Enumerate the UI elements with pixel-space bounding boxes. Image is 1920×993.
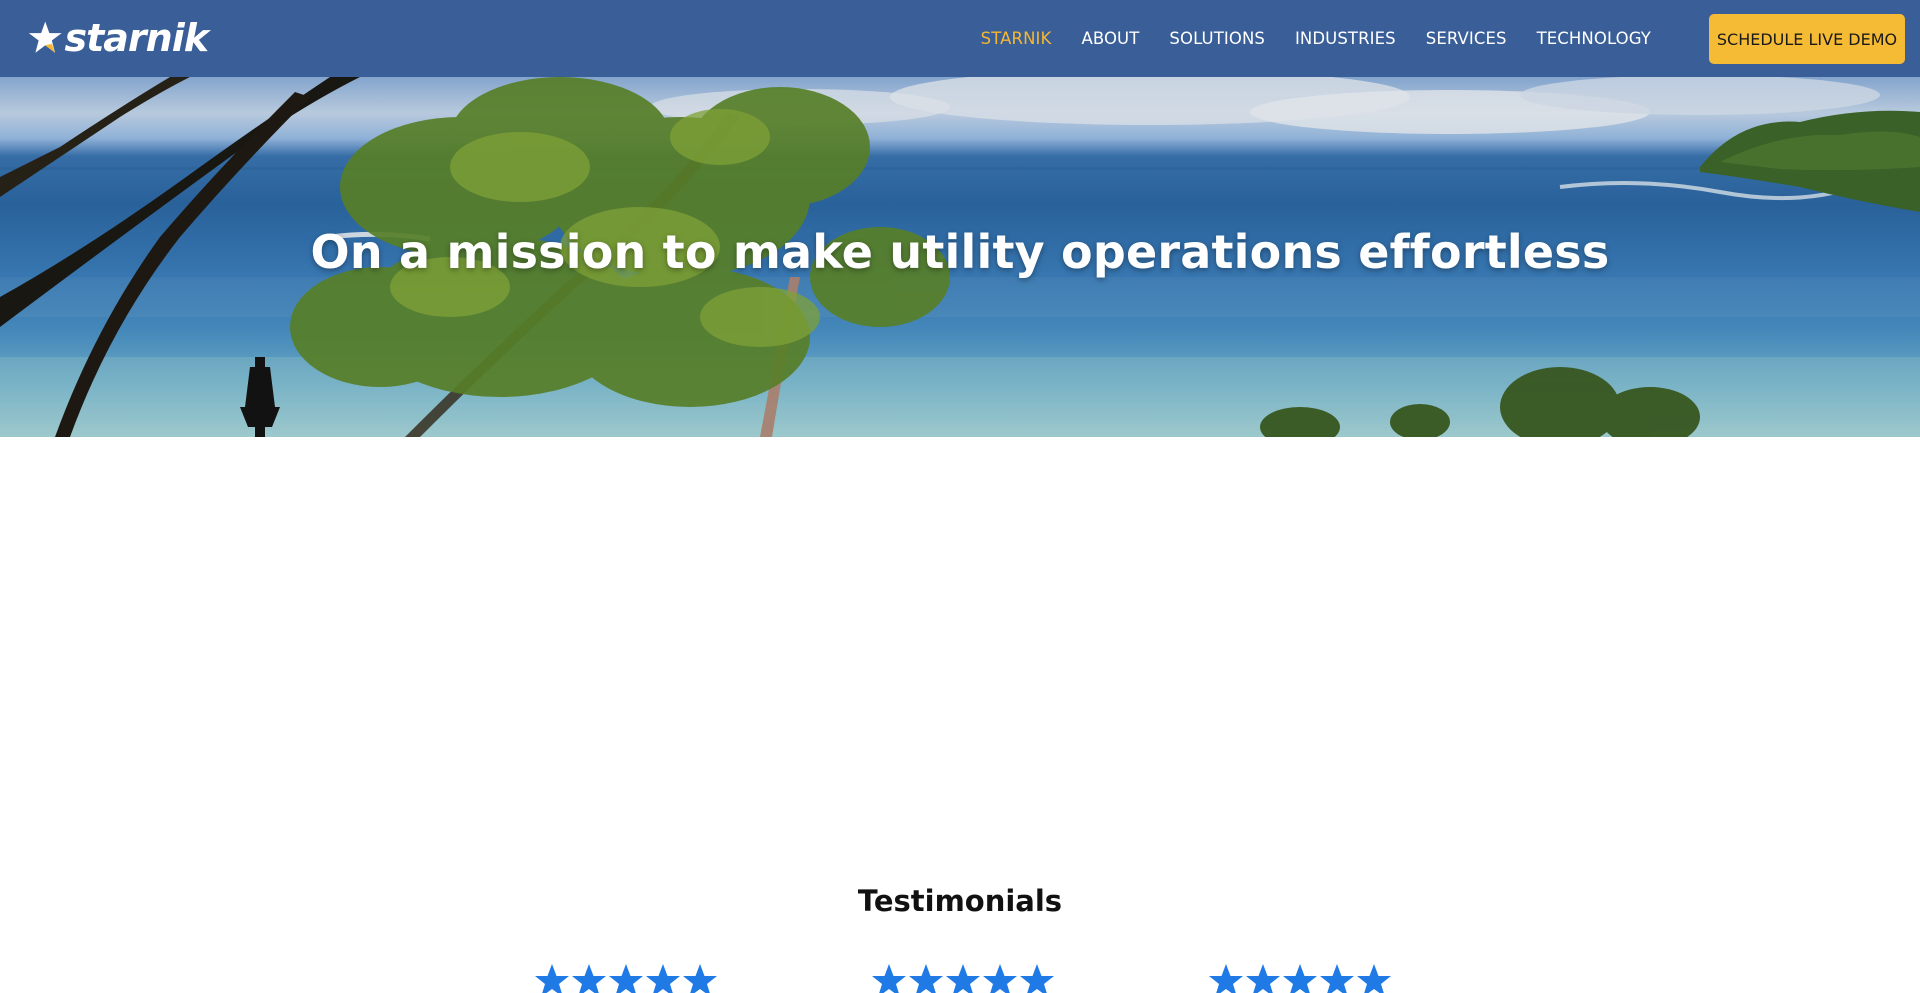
star-icon — [535, 964, 569, 993]
nav-item-about[interactable]: ABOUT — [1066, 0, 1154, 77]
logo-text: starnik — [64, 16, 209, 60]
nav-item-services[interactable]: SERVICES — [1411, 0, 1522, 77]
star-icon — [872, 964, 906, 993]
nav-item-solutions[interactable]: SOLUTIONS — [1154, 0, 1280, 77]
hero-title: On a mission to make utility operations … — [310, 225, 1610, 279]
schedule-demo-button[interactable]: SCHEDULE LIVE DEMO — [1709, 14, 1905, 64]
main-nav: STARNIK ABOUT SOLUTIONS INDUSTRIES SERVI… — [966, 0, 1666, 77]
star-icon — [646, 964, 680, 993]
testimonial-rating-3 — [1208, 963, 1392, 993]
nav-item-technology[interactable]: TECHNOLOGY — [1522, 0, 1666, 77]
star-icon — [609, 964, 643, 993]
star-icon — [909, 964, 943, 993]
testimonials-title: Testimonials — [857, 884, 1063, 918]
star-icon — [683, 964, 717, 993]
star-icon — [1357, 964, 1391, 993]
site-header: starnik STARNIK ABOUT SOLUTIONS INDUSTRI… — [0, 0, 1920, 77]
star-icon — [1320, 964, 1354, 993]
star-icon — [1209, 964, 1243, 993]
star-icon — [983, 964, 1017, 993]
star-icon — [946, 964, 980, 993]
nav-item-industries[interactable]: INDUSTRIES — [1280, 0, 1411, 77]
nav-item-starnik[interactable]: STARNIK — [966, 0, 1067, 77]
star-icon — [1283, 964, 1317, 993]
star-icon — [572, 964, 606, 993]
logo[interactable]: starnik — [28, 16, 209, 60]
testimonial-rating-1 — [534, 963, 718, 993]
logo-star-icon — [28, 21, 62, 53]
star-icon — [1246, 964, 1280, 993]
testimonial-rating-2 — [871, 963, 1055, 993]
hero-banner: On a mission to make utility operations … — [0, 77, 1920, 437]
star-icon — [1020, 964, 1054, 993]
